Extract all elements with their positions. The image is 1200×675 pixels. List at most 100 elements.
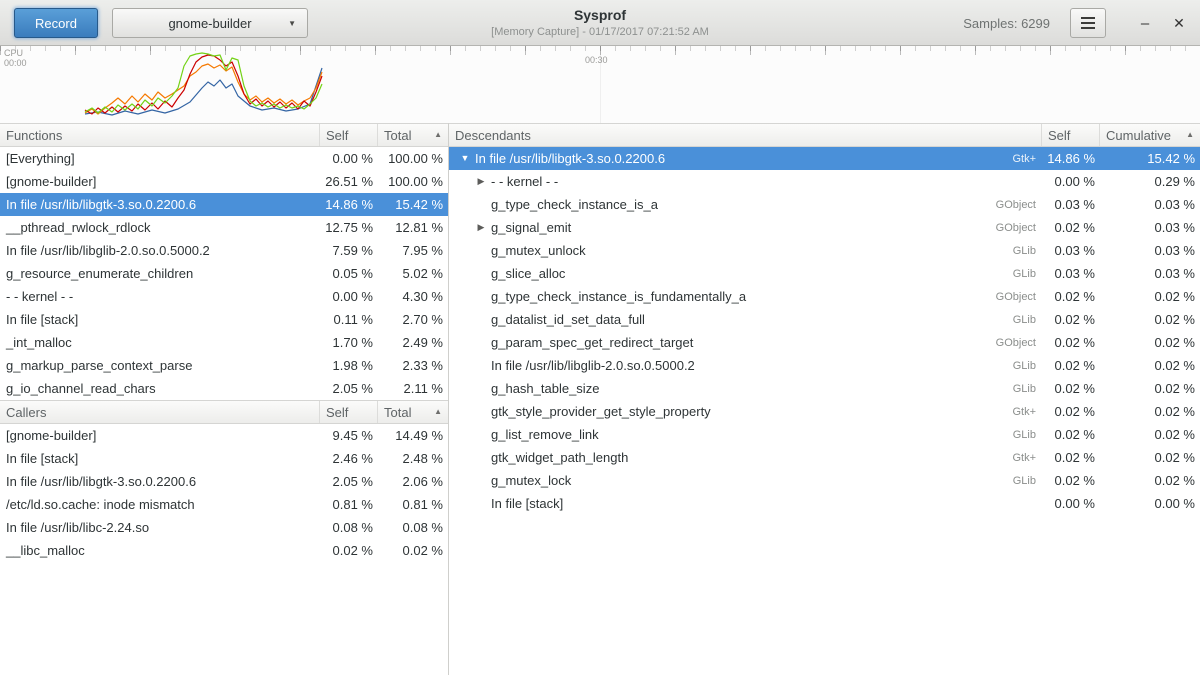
total-percent: 100.00 % [378, 174, 448, 189]
header-bar: Record gnome-builder ▼ Sysprof [Memory C… [0, 0, 1200, 46]
table-row[interactable]: [Everything]0.00 %100.00 % [0, 147, 448, 170]
table-row[interactable]: In file /usr/lib/libglib-2.0.so.0.5000.2… [449, 354, 1200, 377]
function-name: g_datalist_id_set_data_full [489, 312, 972, 327]
table-row[interactable]: g_slice_allocGLib0.03 %0.03 % [449, 262, 1200, 285]
library-tag: GObject [972, 199, 1042, 211]
descendants-cumulative-column-header[interactable]: Cumulative ▲ [1100, 124, 1200, 146]
table-row[interactable]: g_mutex_lockGLib0.02 %0.02 % [449, 469, 1200, 492]
table-row[interactable]: In file [stack]0.11 %2.70 % [0, 308, 448, 331]
callers-total-column-header[interactable]: Total ▲ [378, 401, 448, 423]
self-percent: 14.86 % [320, 197, 378, 212]
descendants-header-row: Descendants Self Cumulative ▲ [449, 123, 1200, 147]
expander-open-icon[interactable]: ▼ [457, 147, 473, 170]
table-row[interactable]: g_type_check_instance_is_aGObject0.03 %0… [449, 193, 1200, 216]
self-percent: 0.02 % [1042, 450, 1100, 465]
library-tag: GObject [972, 222, 1042, 234]
self-percent: 14.86 % [1042, 151, 1100, 166]
function-name: __pthread_rwlock_rdlock [0, 220, 320, 235]
descendants-column-header[interactable]: Descendants [449, 124, 1042, 146]
table-row[interactable]: __libc_malloc0.02 %0.02 % [0, 539, 448, 562]
self-percent: 0.00 % [1042, 174, 1100, 189]
cpu-label: CPU [4, 49, 23, 58]
function-name: In file [stack] [489, 496, 972, 511]
minimize-button[interactable]: – [1132, 11, 1158, 35]
table-row[interactable]: In file [stack]2.46 %2.48 % [0, 447, 448, 470]
left-panel: Functions Self Total ▲ [Everything]0.00 … [0, 123, 449, 675]
table-row[interactable]: g_io_channel_read_chars2.05 %2.11 % [0, 377, 448, 400]
function-name: In file [stack] [0, 312, 320, 327]
callers-self-column-header[interactable]: Self [320, 401, 378, 423]
self-percent: 0.03 % [1042, 197, 1100, 212]
table-row[interactable]: _int_malloc1.70 %2.49 % [0, 331, 448, 354]
descendants-self-column-header[interactable]: Self [1042, 124, 1100, 146]
total-percent: 0.02 % [378, 543, 448, 558]
library-tag: Gtk+ [972, 406, 1042, 418]
menu-button[interactable] [1070, 8, 1106, 38]
close-button[interactable]: ✕ [1166, 11, 1192, 35]
callers-table: [gnome-builder]9.45 %14.49 %In file [sta… [0, 424, 448, 562]
table-row[interactable]: - - kernel - -0.00 %4.30 % [0, 285, 448, 308]
total-percent: 5.02 % [378, 266, 448, 281]
profile-target-dropdown[interactable]: gnome-builder ▼ [112, 8, 308, 38]
table-row[interactable]: ▶- - kernel - -0.00 %0.29 % [449, 170, 1200, 193]
function-name: g_signal_emit [489, 220, 972, 235]
cumulative-percent: 0.02 % [1100, 289, 1200, 304]
table-row[interactable]: g_datalist_id_set_data_fullGLib0.02 %0.0… [449, 308, 1200, 331]
table-row[interactable]: In file /usr/lib/libc-2.24.so0.08 %0.08 … [0, 516, 448, 539]
cumulative-header-label: Cumulative [1106, 128, 1171, 143]
self-header-label: Self [1048, 128, 1070, 143]
cpu-timeline[interactable]: CPU 00:00 00:30 [0, 46, 1200, 123]
table-row[interactable]: In file /usr/lib/libglib-2.0.so.0.5000.2… [0, 239, 448, 262]
function-name: - - kernel - - [489, 174, 972, 189]
table-row[interactable]: g_resource_enumerate_children0.05 %5.02 … [0, 262, 448, 285]
table-row[interactable]: g_hash_table_sizeGLib0.02 %0.02 % [449, 377, 1200, 400]
functions-self-column-header[interactable]: Self [320, 124, 378, 146]
function-name: _int_malloc [0, 335, 320, 350]
functions-total-column-header[interactable]: Total ▲ [378, 124, 448, 146]
table-row[interactable]: ▶g_signal_emitGObject0.02 %0.03 % [449, 216, 1200, 239]
total-percent: 7.95 % [378, 243, 448, 258]
table-row[interactable]: [gnome-builder]26.51 %100.00 % [0, 170, 448, 193]
window-title: Sysprof [300, 7, 900, 23]
self-percent: 0.02 % [1042, 427, 1100, 442]
table-row[interactable]: In file [stack]0.00 %0.00 % [449, 492, 1200, 515]
callers-column-header[interactable]: Callers [0, 401, 320, 423]
table-row[interactable]: ▼In file /usr/lib/libgtk-3.so.0.2200.6Gt… [449, 147, 1200, 170]
table-row[interactable]: __pthread_rwlock_rdlock12.75 %12.81 % [0, 216, 448, 239]
total-percent: 12.81 % [378, 220, 448, 235]
expander-closed-icon[interactable]: ▶ [473, 216, 489, 239]
function-name: In file /usr/lib/libgtk-3.so.0.2200.6 [0, 474, 320, 489]
table-row[interactable]: gtk_widget_path_lengthGtk+0.02 %0.02 % [449, 446, 1200, 469]
table-row[interactable]: g_list_remove_linkGLib0.02 %0.02 % [449, 423, 1200, 446]
table-row[interactable]: /etc/ld.so.cache: inode mismatch0.81 %0.… [0, 493, 448, 516]
table-row[interactable]: g_mutex_unlockGLib0.03 %0.03 % [449, 239, 1200, 262]
table-row[interactable]: g_markup_parse_context_parse1.98 %2.33 % [0, 354, 448, 377]
function-name: g_mutex_lock [489, 473, 972, 488]
cumulative-percent: 0.02 % [1100, 473, 1200, 488]
function-name: - - kernel - - [0, 289, 320, 304]
function-name: [Everything] [0, 151, 320, 166]
self-percent: 0.11 % [320, 312, 378, 327]
table-row[interactable]: In file /usr/lib/libgtk-3.so.0.2200.614.… [0, 193, 448, 216]
functions-column-header[interactable]: Functions [0, 124, 320, 146]
library-tag: GLib [972, 314, 1042, 326]
function-name: In file [stack] [0, 451, 320, 466]
function-name: g_list_remove_link [489, 427, 972, 442]
cumulative-percent: 0.02 % [1100, 312, 1200, 327]
function-name: g_io_channel_read_chars [0, 381, 320, 396]
cumulative-percent: 0.03 % [1100, 266, 1200, 281]
function-name: g_resource_enumerate_children [0, 266, 320, 281]
cumulative-percent: 0.03 % [1100, 243, 1200, 258]
self-percent: 0.02 % [1042, 312, 1100, 327]
table-row[interactable]: g_param_spec_get_redirect_targetGObject0… [449, 331, 1200, 354]
table-row[interactable]: [gnome-builder]9.45 %14.49 % [0, 424, 448, 447]
table-row[interactable]: gtk_style_provider_get_style_propertyGtk… [449, 400, 1200, 423]
total-percent: 2.11 % [378, 381, 448, 396]
expander-closed-icon[interactable]: ▶ [473, 170, 489, 193]
table-row[interactable]: g_type_check_instance_is_fundamentally_a… [449, 285, 1200, 308]
table-row[interactable]: In file /usr/lib/libgtk-3.so.0.2200.62.0… [0, 470, 448, 493]
window-title-area: Sysprof [Memory Capture] - 01/17/2017 07… [300, 7, 900, 38]
functions-header-label: Functions [6, 128, 62, 143]
self-percent: 0.02 % [1042, 473, 1100, 488]
record-button[interactable]: Record [14, 8, 98, 38]
